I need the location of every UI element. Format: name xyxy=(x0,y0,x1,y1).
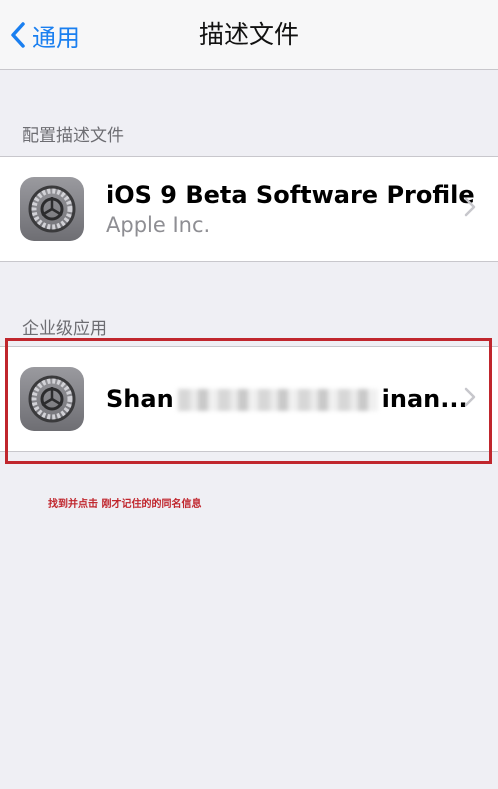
profile-subtitle: Apple Inc. xyxy=(106,213,211,237)
annotation-text: 找到并点击 刚才记住的的同名信息 xyxy=(48,499,202,510)
section-header-profiles: 配置描述文件 xyxy=(22,126,124,146)
navigation-bar: 通用 描述文件 xyxy=(0,0,498,70)
highlight-box xyxy=(5,338,492,464)
chevron-right-icon xyxy=(464,197,476,221)
section-header-enterprise: 企业级应用 xyxy=(22,319,107,339)
profile-title: iOS 9 Beta Software Profile xyxy=(106,181,475,209)
profiles-group: iOS 9 Beta Software Profile Apple Inc. xyxy=(0,156,498,262)
settings-gear-icon xyxy=(20,177,84,241)
page-title: 描述文件 xyxy=(198,20,299,49)
profile-row-ios9-beta[interactable]: iOS 9 Beta Software Profile Apple Inc. xyxy=(0,157,498,261)
